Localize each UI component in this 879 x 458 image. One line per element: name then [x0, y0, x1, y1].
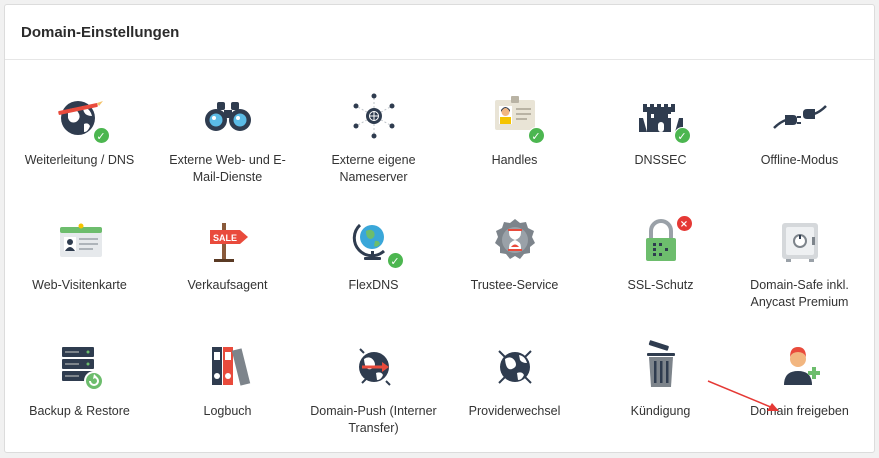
tile-trustee-service[interactable]: Trustee-Service	[442, 213, 587, 294]
tile-label: Externe Web- und E-Mail-Dienste	[169, 153, 286, 184]
tile-label: Providerwechsel	[468, 404, 561, 418]
ok-check-icon: ✓	[673, 127, 691, 144]
business-card-icon	[48, 213, 112, 269]
tile-externe-nameserver[interactable]: Externe eigene Nameserver	[301, 88, 446, 186]
tile-handles[interactable]: ✓ Handles	[442, 88, 587, 169]
sale-sign-icon: SALE	[196, 213, 260, 269]
network-nodes-icon	[342, 88, 406, 144]
tile-web-visitenkarte[interactable]: Web-Visitenkarte	[7, 213, 152, 294]
tile-label: Trustee-Service	[470, 278, 559, 292]
binders-icon	[196, 339, 260, 395]
settings-grid: ✓ Weiterleitung / DNS Externe Web- und E…	[5, 60, 874, 452]
tile-domain-safe[interactable]: Domain-Safe inkl. Anycast Premium	[727, 213, 872, 311]
tile-weiterleitung-dns[interactable]: ✓ Weiterleitung / DNS	[7, 88, 152, 169]
tile-label: Web-Visitenkarte	[32, 278, 127, 292]
castle-icon: ✓	[629, 88, 693, 144]
tile-domain-push[interactable]: Domain-Push (Interner Transfer)	[301, 339, 446, 437]
padlock-icon: ×	[629, 213, 693, 269]
tile-label: Verkaufsagent	[187, 278, 268, 292]
panel-header: Domain-Einstellungen	[5, 5, 874, 60]
tile-backup-restore[interactable]: Backup & Restore	[7, 339, 152, 420]
tile-label: Handles	[491, 153, 538, 167]
error-x-icon: ×	[675, 215, 693, 232]
tile-verkaufsagent[interactable]: SALE Verkaufsagent	[155, 213, 300, 294]
panel-title: Domain-Einstellungen	[21, 23, 180, 41]
server-restore-icon	[48, 339, 112, 395]
tile-providerwechsel[interactable]: Providerwechsel	[442, 339, 587, 420]
tile-label: Offline-Modus	[760, 153, 839, 167]
binoculars-icon	[196, 88, 260, 144]
sale-sign-text: SALE	[212, 233, 236, 243]
ok-check-icon: ✓	[527, 127, 545, 144]
tile-label: Weiterleitung / DNS	[24, 153, 135, 167]
hourglass-seal-icon	[483, 213, 547, 269]
globe-pencil-icon: ✓	[48, 88, 112, 144]
tile-label: Domain-Push (Interner Transfer)	[310, 404, 437, 435]
ok-check-icon: ✓	[386, 252, 404, 269]
plug-icon	[768, 88, 832, 144]
tile-dnssec[interactable]: ✓ DNSSEC	[588, 88, 733, 169]
globe-push-icon	[342, 339, 406, 395]
tile-label: FlexDNS	[348, 278, 399, 292]
tile-label: SSL-Schutz	[627, 278, 694, 292]
domain-settings-panel: Domain-Einstellungen ✓ Weiterleitung / D…	[4, 4, 875, 453]
trash-can-icon	[629, 339, 693, 395]
desk-globe-icon: ✓	[342, 213, 406, 269]
tile-label: DNSSEC	[634, 153, 687, 167]
tile-logbuch[interactable]: Logbuch	[155, 339, 300, 420]
id-badge-icon: ✓	[483, 88, 547, 144]
globe-switch-icon	[483, 339, 547, 395]
tile-label: Externe eigene Nameserver	[331, 153, 416, 184]
tile-offline-modus[interactable]: Offline-Modus	[727, 88, 872, 169]
tile-label: Logbuch	[203, 404, 252, 418]
safe-icon	[768, 213, 832, 269]
tile-label: Domain-Safe inkl. Anycast Premium	[750, 278, 849, 309]
tile-ssl-schutz[interactable]: × SSL-Schutz	[588, 213, 733, 294]
tile-externe-dienste[interactable]: Externe Web- und E-Mail-Dienste	[155, 88, 300, 186]
red-pointer-arrow-icon	[707, 380, 779, 411]
ok-check-icon: ✓	[92, 127, 110, 144]
tile-label: Backup & Restore	[29, 404, 130, 418]
tile-flexdns[interactable]: ✓ FlexDNS	[301, 213, 446, 294]
